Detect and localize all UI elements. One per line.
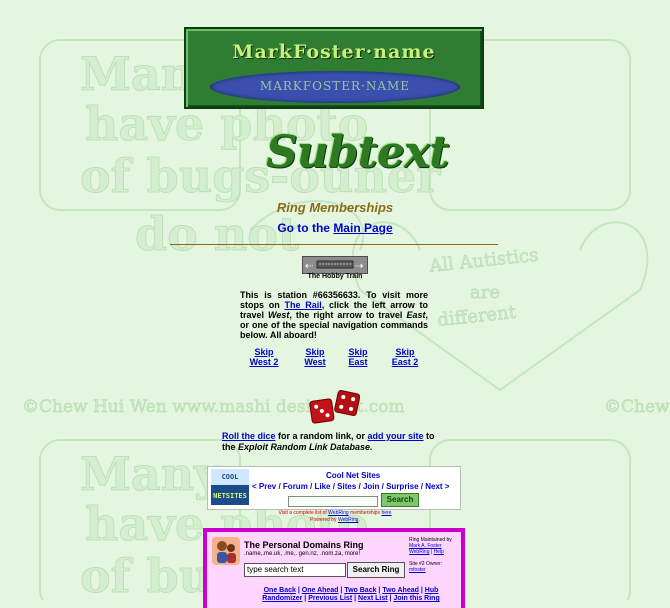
hub-link[interactable]: Hub xyxy=(425,587,439,594)
watermark-line-5: Many xyxy=(80,447,222,501)
page-heading: Ring Memberships xyxy=(276,200,394,215)
skip-west-2-link[interactable]: Skip West 2 xyxy=(246,347,282,367)
one-back-link[interactable]: One Back xyxy=(264,587,296,594)
station-text-3: , the right arrow to travel xyxy=(289,310,407,320)
random-db: Exploit Random Link Database. xyxy=(238,442,373,452)
skip-label: Skip xyxy=(395,347,415,357)
skip-label: Skip xyxy=(305,347,325,357)
train-icon: ⇠ ⇢ xyxy=(305,260,363,272)
skip-target: West xyxy=(304,357,326,367)
nav-surprise[interactable]: Surprise xyxy=(386,482,418,491)
ring-nav-links: One Back | One Ahead | Two Back | Two Ah… xyxy=(262,587,440,602)
owner-link[interactable]: mfoster xyxy=(409,567,426,573)
nav-next[interactable]: Next > xyxy=(425,482,449,491)
skip-east-link[interactable]: Skip East xyxy=(343,347,373,367)
banner-title: MarkFoster·name xyxy=(232,41,436,63)
west-word: West xyxy=(268,310,290,320)
cool-icon-top: COOL xyxy=(211,469,249,485)
join-ring-link[interactable]: Join this Ring xyxy=(393,595,439,602)
webring-home-link[interactable]: WebRing xyxy=(409,549,429,555)
add-your-site-link[interactable]: add your site xyxy=(368,431,424,441)
two-ahead-link[interactable]: Two Ahead xyxy=(382,587,419,594)
hobby-train-caption: The Hobby Train xyxy=(307,273,363,280)
east-word: East xyxy=(406,310,426,320)
random-link-text: Roll the dice for a random link, or add … xyxy=(222,431,450,453)
webring-note: Visit a complete list of WebRing members… xyxy=(0,510,670,524)
site-banner[interactable]: MarkFoster·name MARKFOSTER·NAME xyxy=(184,27,484,109)
random-middle: for a random link, or xyxy=(275,431,368,441)
svg-text:⇠: ⇠ xyxy=(305,261,313,272)
svg-text:⇢: ⇢ xyxy=(355,261,363,272)
roll-dice-link[interactable]: Roll the dice xyxy=(222,431,276,441)
note-mid: memberships xyxy=(348,510,382,516)
ring-title[interactable]: The Personal Domains Ring xyxy=(244,540,364,550)
cool-net-sites-nav: < Prev / Forum / Like / Sites / Join / S… xyxy=(252,482,450,491)
cool-net-sites-widget: COOL NETSITES Cool Net Sites < Prev / Fo… xyxy=(207,466,461,510)
webring-note-line-1: Visit a complete list of WebRing members… xyxy=(0,510,670,517)
skip-west-link[interactable]: Skip West xyxy=(300,347,330,367)
nav-join[interactable]: Join xyxy=(363,482,379,491)
powered-prefix: Powered by xyxy=(310,517,338,523)
search-ring-button[interactable]: Search Ring xyxy=(347,562,405,578)
next-list-link[interactable]: Next List xyxy=(358,595,388,602)
nav-like[interactable]: Like xyxy=(314,482,330,491)
help-link[interactable]: Help xyxy=(434,549,444,555)
main-page-link[interactable]: Main Page xyxy=(333,221,392,235)
people-icon[interactable] xyxy=(212,537,240,565)
hobby-train-image[interactable]: ⇠ ⇢ xyxy=(302,256,368,274)
cool-icon-bottom: NETSITES xyxy=(213,492,247,500)
cool-search-button[interactable]: Search xyxy=(381,493,419,507)
heart-text-1: All Autistics xyxy=(427,245,539,277)
cool-search-input[interactable] xyxy=(288,496,378,507)
nav-forum[interactable]: Forum xyxy=(283,482,308,491)
randomizer-link[interactable]: Randomizer xyxy=(262,595,302,602)
here-link[interactable]: here xyxy=(381,510,391,516)
divider xyxy=(170,244,498,245)
note-prefix: Visit a complete list of xyxy=(278,510,329,516)
heart-text-3: different xyxy=(436,302,517,331)
two-back-link[interactable]: Two Back xyxy=(344,587,376,594)
one-ahead-link[interactable]: One Ahead xyxy=(302,587,339,594)
previous-list-link[interactable]: Previous List xyxy=(308,595,352,602)
banner-subtitle: MARKFOSTER·NAME xyxy=(259,79,411,93)
skip-target: East xyxy=(348,357,368,367)
powered-end: . xyxy=(358,517,360,523)
skip-label: Skip xyxy=(348,347,368,357)
cool-net-sites-title[interactable]: Cool Net Sites xyxy=(326,471,380,480)
ring-panel: The Personal Domains Ring .name,.me.uk, … xyxy=(207,532,461,608)
webring-link[interactable]: WebRing xyxy=(328,510,348,516)
subtext-logo: Subtext xyxy=(266,127,449,178)
dice-icon[interactable] xyxy=(308,390,361,424)
personal-domains-ring: The Personal Domains Ring .name,.me.uk, … xyxy=(203,528,465,608)
main-page-line: Go to the Main Page xyxy=(0,221,670,235)
the-rail-link[interactable]: The Rail xyxy=(285,300,322,310)
nav-sites[interactable]: Sites xyxy=(337,482,356,491)
ring-subtitle: .name,.me.uk, .me,. gen.nz, .nom.za, mor… xyxy=(244,551,361,557)
credit-text-right: ©Chew xyxy=(604,397,670,417)
skip-target: West 2 xyxy=(249,357,279,367)
ring-search-input[interactable]: type search text xyxy=(244,563,346,577)
nav-prev[interactable]: < Prev xyxy=(252,482,276,491)
station-text: This is station #66356633. To visit more… xyxy=(240,290,428,340)
powered-webring-link[interactable]: WebRing xyxy=(338,517,358,523)
skip-target: East 2 xyxy=(391,357,419,367)
banner-oval: MARKFOSTER·NAME xyxy=(210,71,460,103)
skip-east-2-link[interactable]: Skip East 2 xyxy=(388,347,422,367)
cool-net-sites-icon[interactable]: COOL NETSITES xyxy=(211,469,249,505)
webring-note-line-2: Powered by WebRing. xyxy=(0,517,670,524)
main-page-prefix: Go to the xyxy=(277,221,334,235)
ring-maintainer-info: Ring Maintained by Mark A. Foster WebRin… xyxy=(409,537,452,573)
heart-text-2: are xyxy=(470,282,500,303)
skip-label: Skip xyxy=(254,347,274,357)
